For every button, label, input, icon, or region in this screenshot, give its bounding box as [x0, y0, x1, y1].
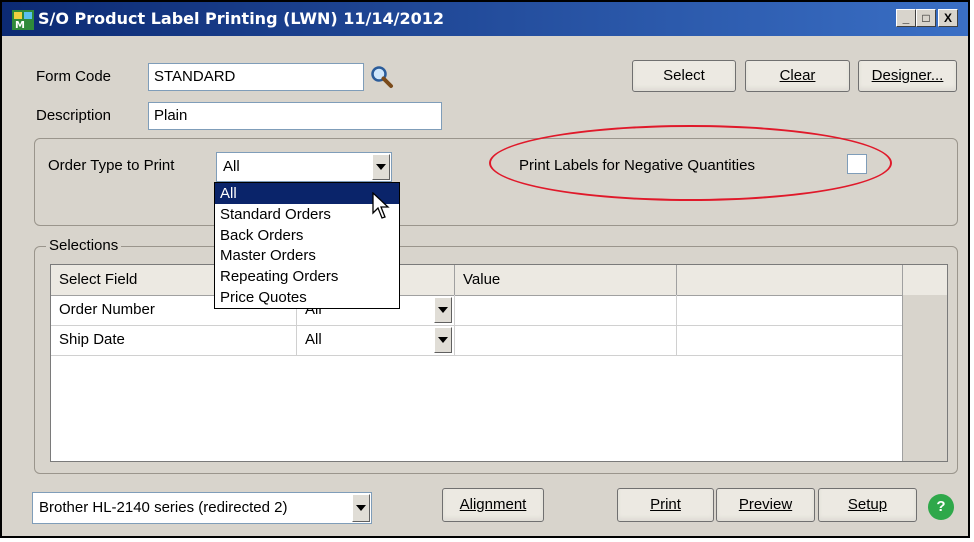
negative-qty-label: Print Labels for Negative Quantities: [519, 157, 755, 174]
select-button[interactable]: Select: [632, 60, 736, 92]
description-label: Description: [36, 107, 112, 124]
selections-label: Selections: [46, 237, 122, 254]
table-row[interactable]: Ship Date All: [51, 325, 947, 356]
options-group: [34, 138, 958, 226]
order-type-value: All: [223, 158, 240, 175]
printer-select[interactable]: Brother HL-2140 series (redirected 2): [32, 492, 372, 524]
search-icon[interactable]: [370, 65, 394, 89]
title-bar[interactable]: M S/O Product Label Printing (LWN) 11/14…: [2, 2, 968, 36]
chevron-down-icon[interactable]: [434, 297, 452, 323]
description-field[interactable]: Plain: [148, 102, 442, 130]
negative-qty-checkbox[interactable]: [847, 154, 867, 174]
list-item[interactable]: Price Quotes: [215, 287, 399, 308]
form-code-label: Form Code: [36, 68, 112, 85]
description-value: Plain: [154, 107, 188, 124]
minimize-button[interactable]: _: [896, 9, 916, 27]
main-window: M S/O Product Label Printing (LWN) 11/14…: [0, 0, 970, 538]
alignment-button[interactable]: Alignment: [442, 488, 544, 522]
help-icon[interactable]: ?: [928, 494, 954, 520]
selections-grid: Select Field Value Order Number All Ship…: [50, 264, 948, 462]
table-row[interactable]: Order Number All: [51, 295, 947, 326]
app-icon: M: [12, 10, 34, 30]
form-code-field[interactable]: STANDARD: [148, 63, 364, 91]
designer-button[interactable]: Designer...: [858, 60, 957, 92]
column-header-value[interactable]: Value: [455, 265, 677, 295]
printer-value: Brother HL-2140 series (redirected 2): [39, 499, 288, 516]
row-value[interactable]: [455, 295, 677, 325]
column-header-extra[interactable]: [677, 265, 903, 295]
row-extra: [677, 325, 903, 355]
print-button[interactable]: Print: [617, 488, 714, 522]
row-extra: [677, 295, 903, 325]
mouse-cursor-icon: [372, 192, 390, 219]
maximize-button[interactable]: □: [916, 9, 936, 27]
close-button[interactable]: X: [938, 9, 958, 27]
form-code-value: STANDARD: [154, 68, 236, 85]
grid-header: Select Field Value: [51, 265, 947, 296]
setup-button[interactable]: Setup: [818, 488, 917, 522]
row-operator: All: [305, 331, 322, 348]
row-value[interactable]: [455, 325, 677, 355]
list-item[interactable]: Repeating Orders: [215, 266, 399, 287]
chevron-down-icon[interactable]: [352, 494, 370, 522]
order-type-select[interactable]: All: [216, 152, 392, 182]
clear-button[interactable]: Clear: [745, 60, 850, 92]
list-item[interactable]: Back Orders: [215, 225, 399, 246]
preview-button[interactable]: Preview: [716, 488, 815, 522]
window-title: S/O Product Label Printing (LWN) 11/14/2…: [38, 9, 445, 28]
grid-blank-area: [902, 295, 947, 461]
row-operator-cell[interactable]: All: [297, 325, 455, 355]
row-field: Ship Date: [51, 325, 297, 355]
list-item[interactable]: Master Orders: [215, 245, 399, 266]
svg-text:M: M: [15, 20, 25, 30]
order-type-label: Order Type to Print: [48, 157, 175, 174]
chevron-down-icon[interactable]: [434, 327, 452, 353]
chevron-down-icon[interactable]: [372, 154, 390, 180]
